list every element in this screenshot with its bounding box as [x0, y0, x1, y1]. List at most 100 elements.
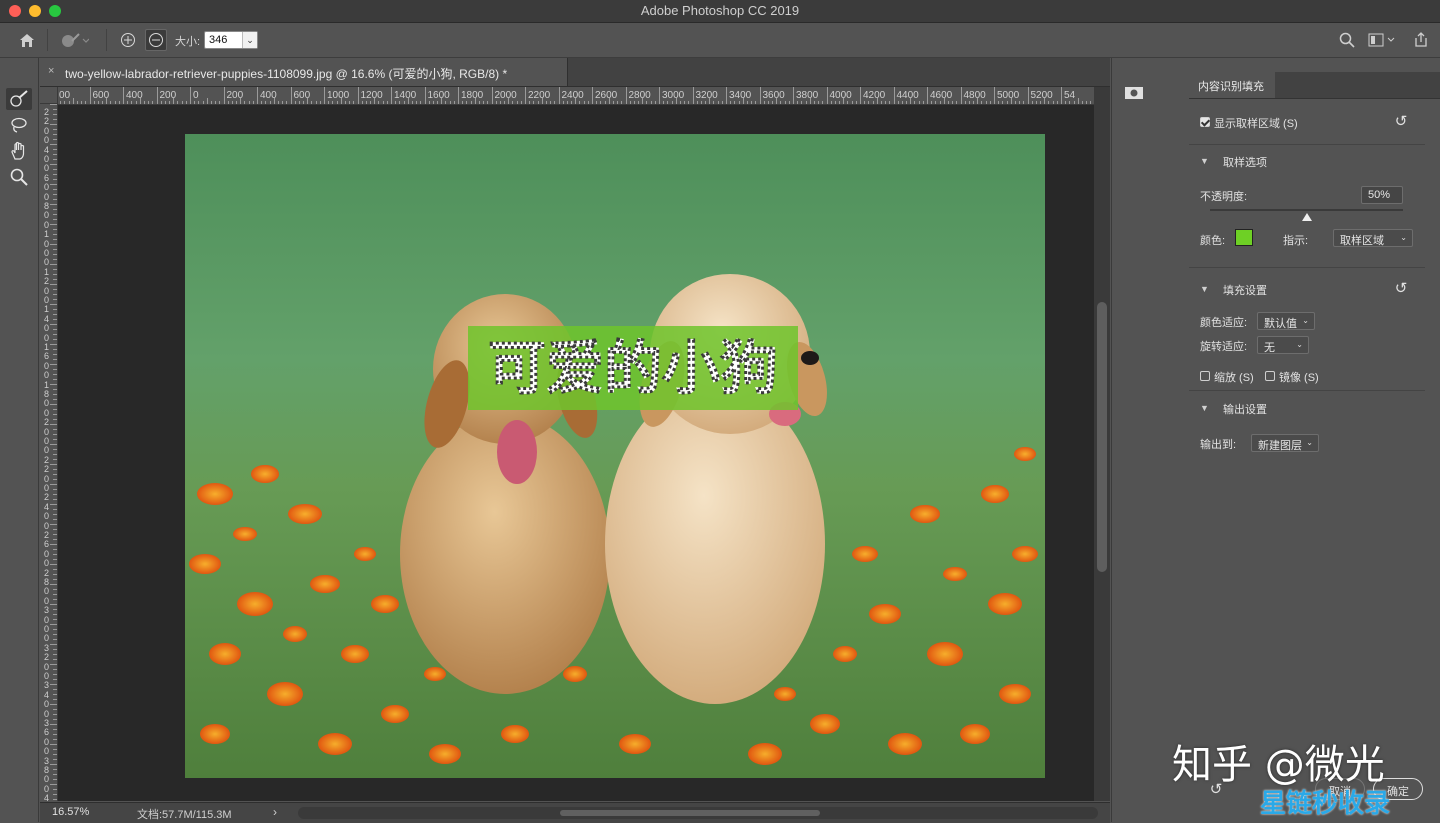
ruler-minor-tick [53, 149, 57, 150]
brush-tool-button[interactable] [6, 88, 32, 110]
rotate-adapt-dropdown[interactable]: 无 ⌄ [1257, 336, 1309, 354]
ruler-minor-tick [315, 101, 317, 104]
watermark-text: 知乎 @微光 [1172, 742, 1385, 788]
ruler-minor-tick [244, 101, 246, 104]
brush-preset-icon[interactable] [58, 31, 90, 49]
ruler-minor-tick [53, 479, 57, 480]
vertical-scroll-thumb[interactable] [1097, 302, 1107, 572]
ruler-minor-tick [901, 101, 903, 104]
ruler-minor-tick [53, 399, 57, 400]
lasso-tool-button[interactable] [6, 114, 32, 136]
tools-panel [0, 58, 39, 822]
zoom-level[interactable]: 16.57% [52, 806, 89, 818]
ruler-minor-tick [566, 101, 568, 104]
color-adapt-dropdown[interactable]: 默认值 ⌄ [1257, 312, 1315, 330]
ruler-minor-tick [1052, 101, 1054, 104]
tab-content-aware-fill[interactable]: 内容识别填充 [1189, 72, 1275, 98]
status-menu-arrow-icon[interactable]: › [273, 805, 277, 819]
vertical-scrollbar[interactable] [1094, 87, 1110, 801]
ruler-minor-tick [106, 98, 108, 104]
ruler-minor-tick [382, 101, 384, 104]
workspace-icon[interactable] [1368, 31, 1396, 49]
color-swatch[interactable] [1235, 229, 1253, 246]
canvas-area[interactable]: 可爱的小狗 [58, 105, 1094, 801]
ruler-minor-tick [53, 539, 57, 540]
fill-section-title: 填充设置 [1223, 285, 1267, 297]
horizontal-scrollbar[interactable] [298, 807, 1098, 819]
preview-panel-icon[interactable] [1124, 86, 1144, 100]
document-tabbar: × two-yellow-labrador-retriever-puppies-… [40, 58, 1110, 87]
search-icon[interactable] [1338, 31, 1356, 49]
ruler-minor-tick [53, 669, 57, 670]
share-icon[interactable] [1412, 31, 1430, 49]
hand-tool-button[interactable] [6, 140, 32, 162]
sampling-section-title: 取样选项 [1223, 157, 1267, 169]
document-tab[interactable]: × two-yellow-labrador-retriever-puppies-… [40, 58, 568, 86]
ruler-label: 3400 [729, 90, 752, 101]
ruler-corner [40, 87, 58, 104]
close-tab-icon[interactable]: × [48, 65, 54, 77]
indicate-dropdown[interactable]: 取样区域 ⌄ [1333, 229, 1413, 247]
zoom-tool-button[interactable] [6, 166, 32, 188]
ruler-minor-tick [53, 649, 57, 650]
watermark-subtext: 星链秒收录 [1260, 789, 1391, 819]
scale-label: 缩放 (S) [1214, 372, 1254, 384]
ruler-label: 1200 [360, 90, 383, 101]
ruler-minor-tick [53, 799, 57, 800]
ruler-minor-tick [1090, 101, 1092, 104]
ruler-label: 3000 [662, 90, 685, 101]
ruler-minor-tick [53, 554, 57, 555]
size-input[interactable]: 346 ⌄ [204, 31, 258, 49]
ruler-minor-tick [897, 101, 899, 104]
opacity-input[interactable]: 50% [1361, 186, 1403, 204]
opacity-slider-thumb[interactable] [1301, 213, 1312, 221]
ruler-minor-tick [269, 101, 271, 104]
ruler-minor-tick [53, 574, 57, 575]
ruler-minor-tick [53, 154, 57, 155]
document-image[interactable]: 可爱的小狗 [185, 134, 1045, 778]
ruler-minor-tick [294, 101, 296, 104]
ruler-minor-tick [889, 101, 891, 104]
chevron-down-icon[interactable]: ▼ [1200, 156, 1209, 166]
home-icon[interactable] [18, 31, 36, 49]
ruler-tick [692, 87, 694, 104]
ruler-label: 3600 [762, 90, 785, 101]
ruler-label: 0 [193, 90, 199, 101]
window-title: Adobe Photoshop CC 2019 [640, 3, 800, 18]
color-adapt-label: 颜色适应: [1200, 317, 1248, 329]
ruler-minor-tick [411, 101, 413, 104]
ruler-minor-tick [541, 98, 543, 104]
ruler-minor-tick [50, 144, 57, 145]
ruler-minor-tick [1065, 101, 1067, 104]
ruler-label: 2 [44, 652, 50, 663]
ruler-minor-tick [50, 164, 57, 165]
chevron-down-icon[interactable]: ▼ [1200, 403, 1209, 413]
output-dropdown[interactable]: 新建图层 ⌄ [1251, 434, 1319, 452]
ruler-tick [89, 87, 91, 104]
chevron-down-icon[interactable]: ▼ [1200, 284, 1209, 294]
ruler-minor-tick [554, 101, 556, 104]
opacity-slider-track[interactable] [1210, 209, 1403, 221]
mirror-checkbox[interactable] [1265, 371, 1275, 381]
ruler-minor-tick [596, 101, 598, 104]
ruler-minor-tick [730, 101, 732, 104]
ruler-minor-tick [53, 294, 57, 295]
ruler-tick [290, 87, 292, 104]
ruler-minor-tick [53, 739, 57, 740]
hand-icon [11, 141, 25, 160]
horizontal-scroll-thumb[interactable] [560, 810, 820, 816]
ruler-minor-tick [818, 101, 820, 104]
ruler-minor-tick [53, 454, 57, 455]
ruler-minor-tick [767, 101, 769, 104]
show-sampling-checkbox[interactable] [1200, 117, 1210, 127]
chevron-down-icon: ⌄ [1296, 340, 1303, 349]
ruler-tick [491, 87, 493, 104]
reset-sampling-icon[interactable]: ↺ [1393, 114, 1409, 130]
subtract-from-selection-icon[interactable] [145, 29, 167, 51]
chevron-down-icon: ⌄ [1302, 316, 1309, 325]
ruler-tick [893, 87, 895, 104]
chevron-down-icon[interactable]: ⌄ [242, 32, 257, 48]
scale-checkbox[interactable] [1200, 371, 1210, 381]
add-to-selection-icon[interactable] [119, 31, 137, 49]
reset-fill-icon[interactable]: ↺ [1393, 281, 1409, 297]
